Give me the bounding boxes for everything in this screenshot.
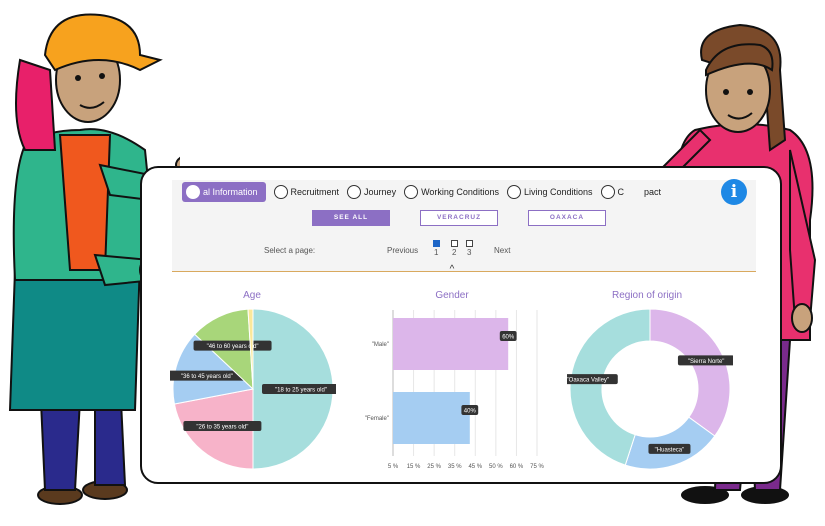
- gender-x-tick: 35 %: [448, 464, 462, 470]
- nav-tabs: al Information Recruitment Journey Worki…: [182, 180, 661, 204]
- tab-label: al Information: [203, 187, 258, 197]
- region-filters: SEE ALL VERACRUZ OAXACA: [312, 210, 606, 226]
- age-chart-title: Age: [243, 290, 261, 301]
- gender-x-tick: 5 %: [388, 464, 399, 470]
- gender-bar-1[interactable]: [393, 392, 470, 444]
- region-chart-label-1: "Huasteca": [648, 443, 691, 454]
- svg-text:"Oaxaca Valley": "Oaxaca Valley": [567, 378, 609, 384]
- bus-icon: [347, 185, 362, 199]
- person-icon: [186, 185, 200, 199]
- house-icon: [506, 185, 521, 199]
- tab-label: C: [617, 187, 625, 197]
- filter-veracruz[interactable]: VERACRUZ: [420, 210, 498, 226]
- gender-category-label: "Female": [365, 416, 389, 422]
- region-chart-label-2: "Oaxaca Valley": [567, 374, 618, 385]
- gender-x-tick: 25 %: [427, 464, 441, 470]
- recruiter-icon: [273, 185, 288, 199]
- region-chart-title: Region of origin: [611, 290, 683, 301]
- tab-personal-information[interactable]: al Information: [182, 182, 266, 202]
- page-3-label: 3: [467, 248, 472, 257]
- tab-impact[interactable]: C pact: [600, 185, 662, 199]
- gender-x-tick: 60 %: [510, 464, 524, 470]
- tab-recruitment[interactable]: Recruitment: [273, 185, 340, 199]
- region-chart-slice-0[interactable]: [649, 308, 731, 437]
- age-chart-label-3: "46 to 60 years old": [193, 340, 272, 351]
- region-chart-label-0: "Sierra Norte": [677, 355, 733, 366]
- gender-x-tick: 15 %: [407, 464, 421, 470]
- age-pie-chart: "18 to 25 years old" "26 to 35 years old"…: [170, 308, 336, 470]
- pager-label: Select a page:: [264, 246, 316, 255]
- info-icon[interactable]: i: [721, 179, 747, 205]
- svg-text:"18 to 25 years old": "18 to 25 years old": [275, 388, 327, 394]
- clock-icon: [600, 185, 615, 199]
- age-chart-label-1: "26 to 35 years old": [183, 420, 262, 431]
- svg-text:40%: 40%: [464, 409, 477, 415]
- gender-value-label-0: 60%: [499, 331, 517, 341]
- tab-label: Working Conditions: [421, 187, 499, 197]
- worker-icon: [404, 185, 419, 199]
- panel-divider: [172, 271, 756, 272]
- pager-previous[interactable]: Previous: [387, 246, 418, 255]
- tab-label: Journey: [364, 187, 397, 197]
- page-1-checkbox[interactable]: [433, 240, 440, 247]
- tab-journey[interactable]: Journey: [347, 185, 396, 199]
- dashboard-board: al Information Recruitment Journey Worki…: [140, 166, 782, 484]
- gender-bar-chart: 5 % 15 % 25 % 35 % 45 % 50 % 60 % 75 % "Male" 60%…: [365, 310, 544, 470]
- chevron-up-icon[interactable]: ^: [445, 264, 459, 275]
- gender-chart-title: Gender: [435, 290, 469, 301]
- gender-x-tick: 50 %: [489, 464, 503, 470]
- page-2-label: 2: [452, 248, 457, 257]
- svg-text:"Sierra Norte": "Sierra Norte": [688, 359, 725, 365]
- region-donut-chart: "Sierra Norte" "Huasteca" "Oaxaca Valley": [567, 308, 733, 470]
- pager: Select a page: Previous 1 2 3 Next: [142, 240, 780, 260]
- age-chart-label-0: "18 to 25 years old": [262, 384, 336, 394]
- pager-next[interactable]: Next: [494, 246, 510, 255]
- tab-label: Recruitment: [290, 187, 340, 197]
- svg-text:"Huasteca": "Huasteca": [655, 447, 685, 453]
- tab-working-conditions[interactable]: Working Conditions: [404, 185, 499, 199]
- tab-label: Living Conditions: [523, 187, 593, 197]
- svg-text:60%: 60%: [502, 335, 515, 341]
- page-1-label: 1: [434, 248, 439, 257]
- svg-text:"36 to 45 years old": "36 to 45 years old": [181, 374, 233, 380]
- gender-bar-0[interactable]: [393, 318, 509, 370]
- page-3-checkbox[interactable]: [466, 240, 473, 247]
- svg-text:"26 to 35 years old": "26 to 35 years old": [196, 424, 248, 430]
- gender-x-tick: 75 %: [530, 464, 544, 470]
- page-2-checkbox[interactable]: [451, 240, 458, 247]
- gender-x-tick: 45 %: [468, 464, 482, 470]
- tab-living-conditions[interactable]: Living Conditions: [506, 185, 593, 199]
- tab-label: pact: [644, 187, 662, 197]
- gender-value-label-1: 40%: [461, 405, 479, 415]
- gender-category-label: "Male": [372, 342, 389, 348]
- filter-oaxaca[interactable]: OAXACA: [528, 210, 606, 226]
- filter-see-all[interactable]: SEE ALL: [312, 210, 390, 226]
